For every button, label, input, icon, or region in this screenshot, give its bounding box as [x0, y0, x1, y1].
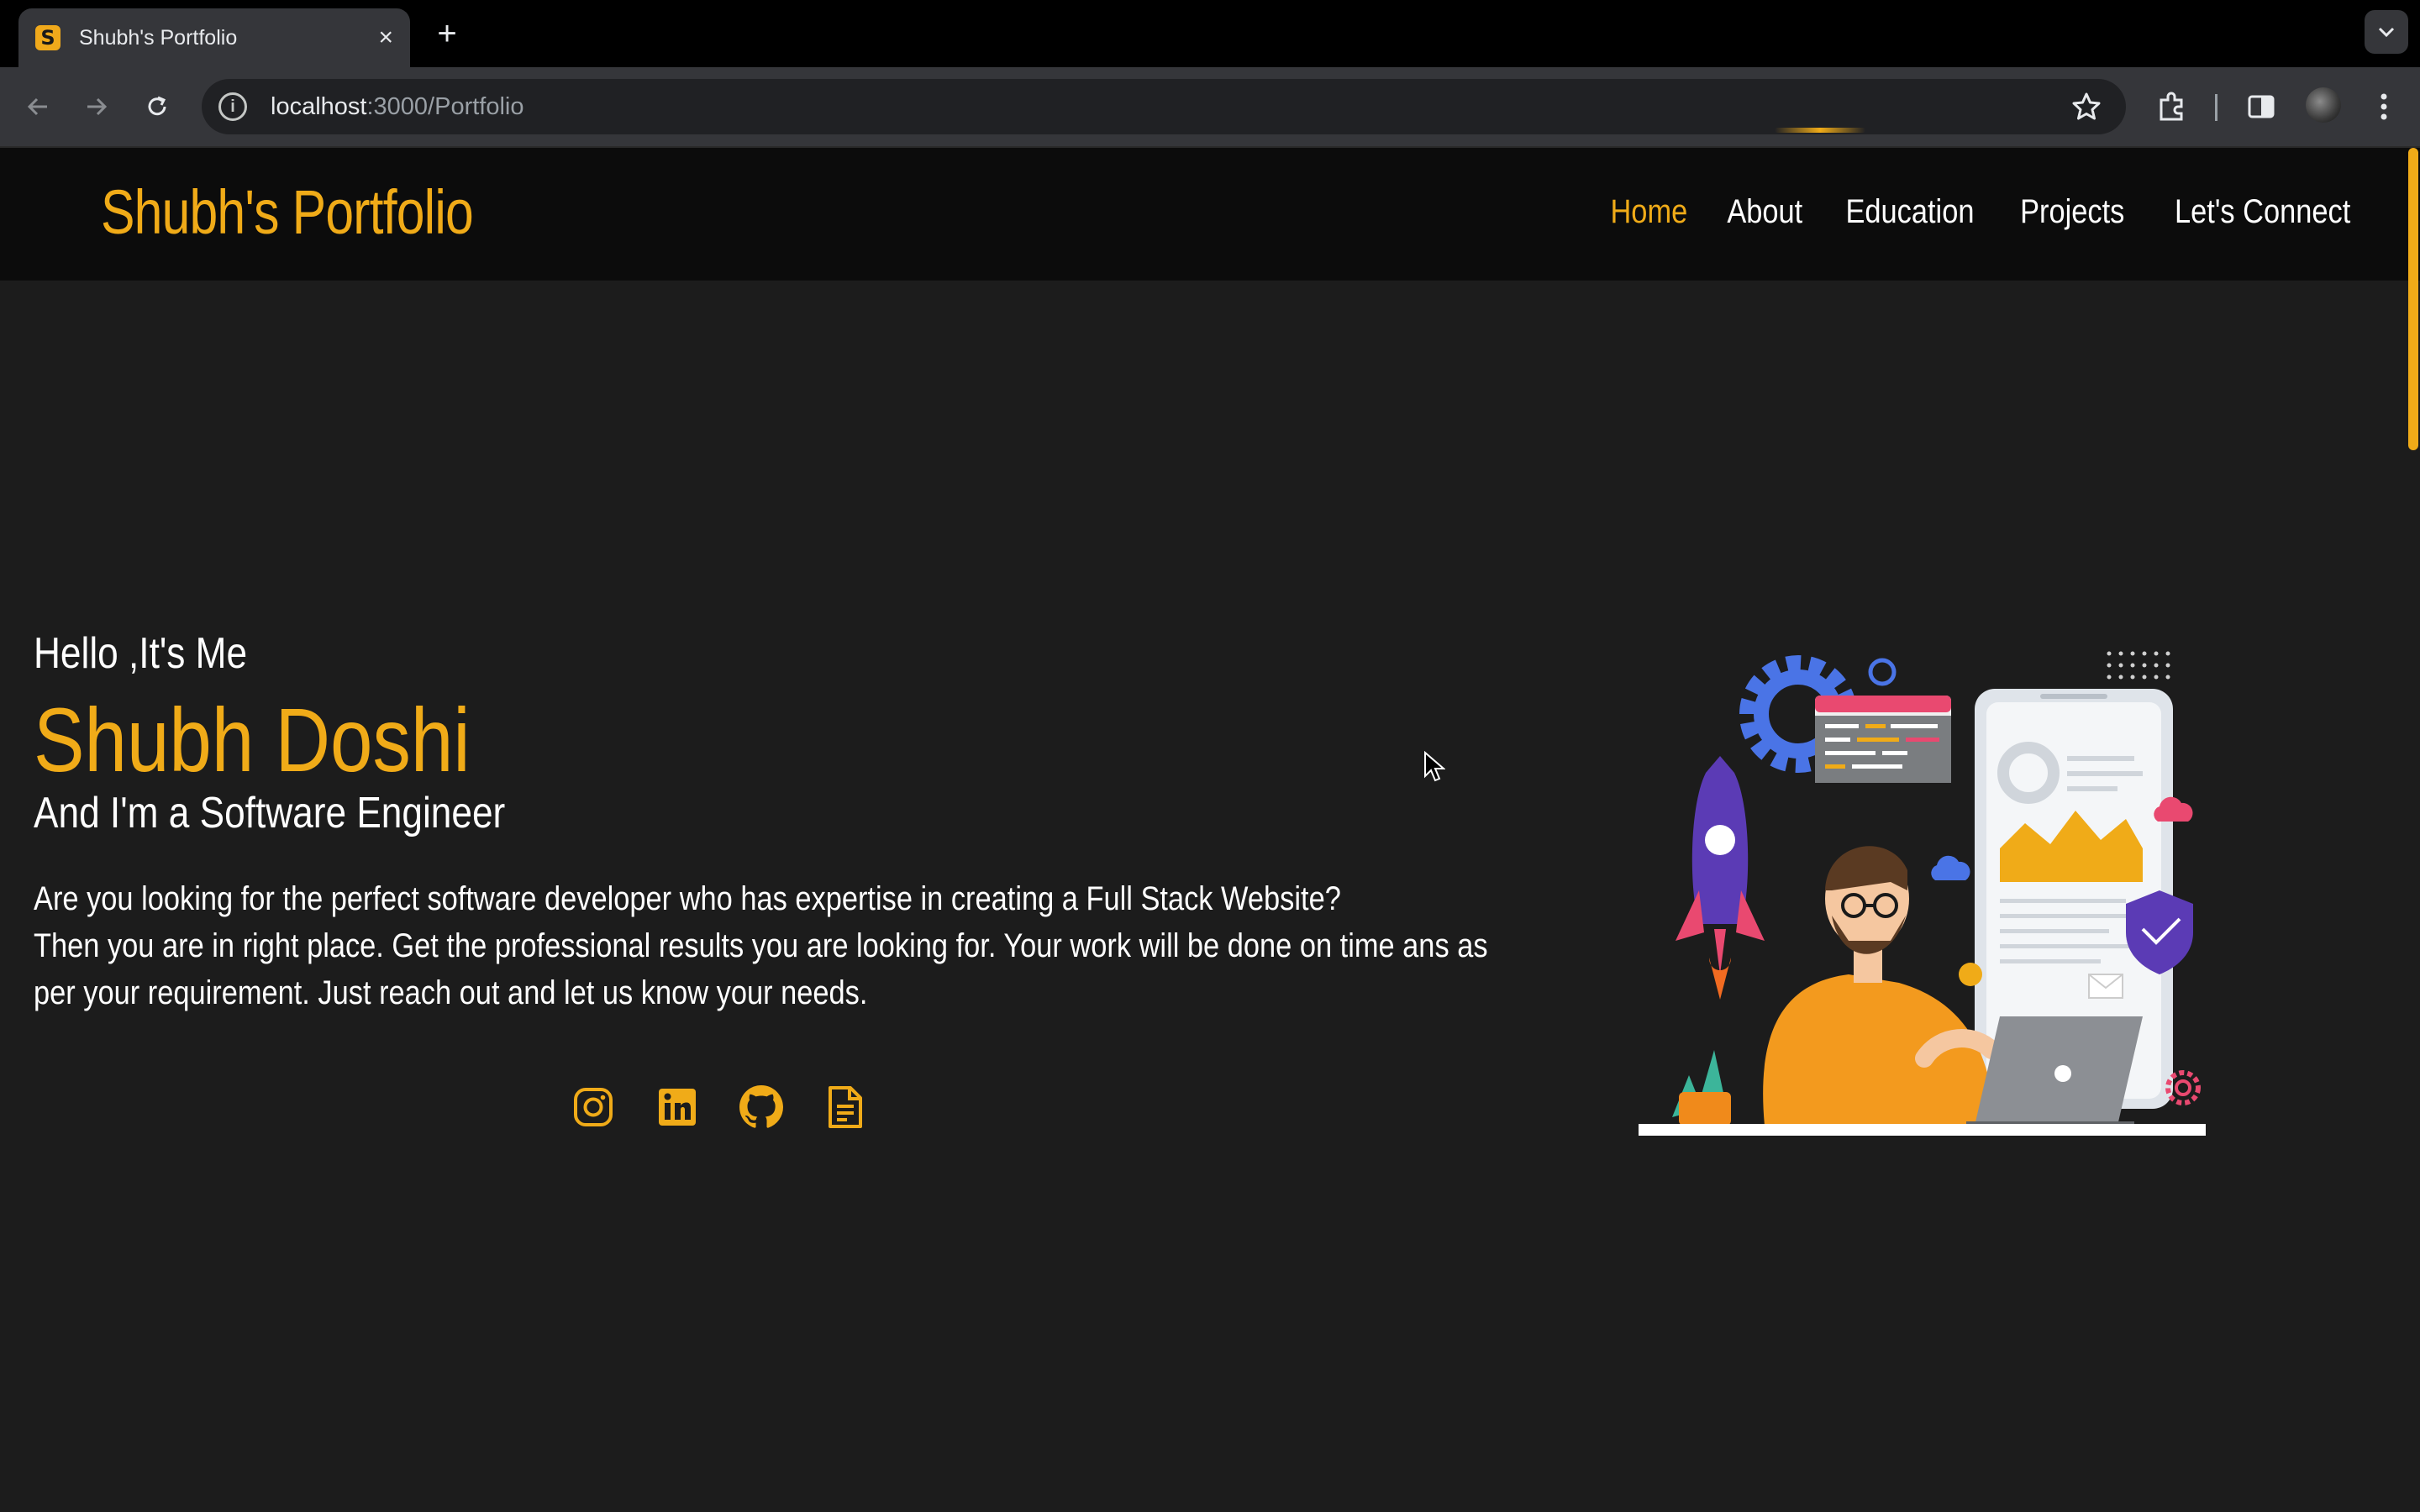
mail-icon — [2088, 974, 2123, 999]
chevron-down-icon — [2378, 27, 2395, 38]
tab-title: Shubh's Portfolio — [79, 25, 238, 50]
browser-tabstrip: S Shubh's Portfolio × + — [0, 0, 2420, 67]
resume-link[interactable] — [823, 1084, 867, 1131]
info-icon[interactable]: i — [218, 92, 247, 121]
plant-icon — [1672, 1050, 1731, 1126]
browser-menu-button[interactable] — [2365, 87, 2403, 126]
developer-person — [1763, 846, 2001, 1126]
github-icon — [739, 1085, 783, 1128]
cloud-upload-icon — [1931, 855, 1970, 880]
hero-role: And I'm a Software Engineer — [34, 788, 505, 838]
url-path: :3000/Portfolio — [366, 92, 524, 120]
browser-toolbar: i localhost:3000/Portfolio — [0, 67, 2420, 146]
page-scrollbar[interactable] — [2408, 148, 2418, 450]
dots-decoration — [2107, 651, 2170, 680]
nav-lets-connect[interactable]: Let's Connect — [2175, 193, 2350, 231]
url-host: localhost — [271, 92, 367, 120]
description-line: Then you are in right place. Get the pro… — [34, 927, 1488, 964]
back-icon — [27, 97, 47, 116]
browser-tab[interactable]: S Shubh's Portfolio × — [18, 8, 410, 67]
linkedin-link[interactable] — [655, 1084, 699, 1131]
side-panel-button[interactable] — [2242, 87, 2281, 126]
instagram-icon — [574, 1088, 613, 1126]
developer-illustration — [1639, 651, 2206, 1136]
social-links — [571, 1084, 867, 1131]
forward-icon — [87, 97, 108, 116]
code-window — [1815, 696, 1951, 783]
github-link[interactable] — [739, 1084, 783, 1131]
role-text: Software Engineer — [199, 789, 506, 837]
nav-projects[interactable]: Projects — [2020, 193, 2124, 231]
floor-line — [1639, 1124, 2206, 1136]
description-line: per your requirement. Just reach out and… — [34, 974, 868, 1011]
nav-about[interactable]: About — [1727, 193, 1802, 231]
reload-button[interactable] — [136, 86, 178, 128]
hero-greeting: Hello ,It's Me — [34, 629, 248, 678]
nav-education[interactable]: Education — [1846, 193, 1975, 231]
brand-logo[interactable]: Shubh's Portfolio — [101, 176, 474, 248]
forward-button[interactable] — [76, 86, 118, 128]
nav-home[interactable]: Home — [1610, 193, 1687, 231]
role-prefix: And I'm a — [34, 789, 200, 837]
toolbar-divider — [2215, 94, 2217, 121]
side-panel-icon — [2248, 95, 2275, 118]
rocket-icon — [1676, 756, 1765, 1000]
tab-search-button[interactable] — [2365, 10, 2408, 54]
code-badge-icon — [1959, 963, 1982, 986]
description-line: Are you looking for the perfect software… — [34, 880, 1341, 917]
bookmark-button[interactable] — [2070, 91, 2102, 127]
resume-icon — [829, 1086, 862, 1128]
instagram-link[interactable] — [571, 1084, 615, 1131]
extensions-icon — [2160, 92, 2183, 121]
hero-description: Are you looking for the perfect software… — [34, 875, 1488, 1016]
menu-icon — [2381, 93, 2387, 120]
close-tab-icon[interactable]: × — [378, 25, 393, 50]
active-nav-indicator — [1775, 128, 1865, 133]
profile-avatar[interactable] — [2306, 87, 2341, 123]
hero-name: Shubh Doshi — [34, 689, 471, 790]
mouse-cursor-icon — [1424, 751, 1445, 782]
star-icon — [2072, 92, 2101, 120]
new-tab-button[interactable]: + — [429, 15, 466, 52]
address-bar[interactable]: i localhost:3000/Portfolio — [202, 79, 2126, 134]
main-nav: Home About Education Projects Let's Conn… — [1604, 193, 2365, 231]
site-header: Shubh's Portfolio Home About Education P… — [0, 146, 2420, 281]
back-button[interactable] — [17, 86, 59, 128]
extensions-button[interactable] — [2153, 87, 2191, 126]
reload-icon — [148, 96, 166, 116]
favicon-icon: S — [35, 25, 60, 50]
linkedin-icon — [659, 1089, 696, 1126]
